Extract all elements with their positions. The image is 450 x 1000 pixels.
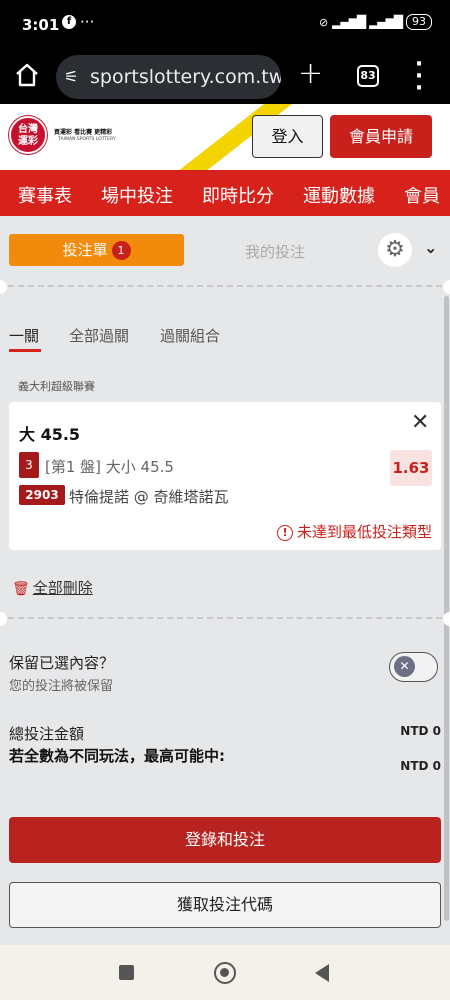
tab-switcher-button[interactable]: 83 (357, 65, 379, 87)
game-number-badge: 2903 (19, 485, 65, 505)
gear-icon[interactable]: ⚙ (378, 233, 412, 267)
keep-selection-toggle[interactable]: ✕ (389, 652, 438, 682)
nav-item-live-score[interactable]: 即時比分 (202, 182, 274, 208)
get-bet-code-button[interactable]: 獲取投注代碼 (9, 882, 441, 928)
signal-icon: ▂▄▆█ (332, 15, 366, 29)
address-bar[interactable]: ⚟ sportslottery.com.tw/s (56, 55, 281, 99)
total-stake-value: NTD 0 (400, 724, 441, 738)
system-nav-bar (0, 945, 450, 1000)
keep-selection-title: 保留已選內容？ (9, 654, 115, 672)
url-text[interactable]: sportslottery.com.tw/s (90, 66, 281, 88)
tab-my-bets[interactable]: 我的投注 (210, 241, 340, 262)
divider (0, 612, 450, 626)
betslip-count-badge: 1 (111, 241, 131, 260)
max-win-value: NTD 0 (400, 759, 441, 773)
recent-apps-icon[interactable] (119, 965, 134, 980)
status-bar: 3:01 f ··· ⊘ ▂▄▆█ ▂▄▆█ 93 (0, 0, 450, 50)
scrollbar[interactable] (444, 296, 449, 921)
tab-single[interactable]: 一關 (9, 325, 39, 346)
logo-tagline: 買運彩 看比賽 更精彩 (54, 129, 113, 136)
bet-market: [第1 盤] 大小 45.5 (45, 458, 174, 476)
bet-match: 特倫提諾 @ 奇維塔諾瓦 (69, 488, 229, 506)
bet-warning: ! 未達到最低投注類型 (276, 521, 432, 542)
league-name: 義大利超級聯賽 (18, 380, 95, 393)
tab-all-parlay[interactable]: 全部過關 (69, 325, 129, 346)
delete-all-label: 全部刪除 (32, 579, 93, 597)
site-header: 台灣 運彩 買運彩 看比賽 更精彩 TAIWAN SPORTS LOTTERY 登… (0, 104, 450, 170)
browser-toolbar: ⚟ sportslottery.com.tw/s + 83 · · · (0, 50, 450, 104)
bet-odds: 1.63 (390, 450, 432, 486)
bet-type-tabs: 一關 全部過關 過關組合 (0, 322, 450, 352)
delete-all-button[interactable]: 🗑 全部刪除 (12, 577, 93, 598)
status-time: 3:01 (22, 16, 60, 34)
bet-selection: 大 45.5 (19, 425, 81, 444)
chevron-down-icon[interactable]: ⌄ (424, 238, 437, 257)
tab-betslip[interactable]: 投注單 1 (9, 234, 184, 266)
bet-card: 大 45.5 ✕ 3 [第1 盤] 大小 45.5 1.63 2903 特倫提諾… (9, 402, 441, 550)
tab-parlay-combo[interactable]: 過關組合 (160, 325, 220, 346)
trash-icon: 🗑 (12, 581, 30, 597)
alert-icon: ! (276, 525, 293, 541)
divider (0, 280, 450, 294)
nav-item-stats[interactable]: 運動數據 (303, 182, 375, 208)
close-icon[interactable]: ✕ (411, 410, 429, 435)
bet-warning-text: 未達到最低投注類型 (296, 523, 432, 541)
tab-betslip-label: 投注單 (62, 241, 108, 259)
site-logo[interactable]: 台灣 運彩 (9, 116, 47, 154)
main-nav: 賽事表 場中投注 即時比分 運動數據 會員 (0, 170, 450, 216)
active-tab-underline (9, 349, 41, 352)
battery-icon: 93 (406, 14, 432, 30)
signup-button[interactable]: 會員申請 (330, 115, 432, 158)
login-and-bet-button[interactable]: 登錄和投注 (9, 817, 441, 863)
browser-menu-icon[interactable]: · · · (414, 54, 424, 100)
toggle-off-icon: ✕ (394, 656, 415, 677)
link-icon: ⊘ (318, 15, 329, 29)
home-icon[interactable] (14, 62, 40, 88)
notification-dots: ··· (80, 13, 95, 31)
home-button-icon[interactable] (214, 962, 236, 984)
back-icon[interactable] (315, 964, 329, 982)
login-button[interactable]: 登入 (252, 115, 323, 158)
status-icons: ⊘ ▂▄▆█ ▂▄▆█ 93 (319, 14, 432, 30)
market-badge: 3 (19, 452, 39, 478)
betslip-tab-row: 投注單 1 我的投注 ⚙ ⌄ (0, 224, 450, 280)
facebook-icon: f (62, 15, 76, 29)
keep-selection-subtitle: 您的投注將被保留 (9, 679, 114, 694)
new-tab-icon[interactable]: + (298, 56, 323, 91)
nav-item-schedule[interactable]: 賽事表 (18, 182, 72, 208)
nav-item-live-betting[interactable]: 場中投注 (101, 182, 173, 208)
nav-item-member[interactable]: 會員 (404, 182, 440, 208)
site-settings-icon[interactable]: ⚟ (64, 67, 78, 86)
max-win-label: 若全數為不同玩法，最高可能中: (9, 747, 226, 765)
logo-tagline-en: TAIWAN SPORTS LOTTERY (58, 137, 116, 142)
signal-icon-2: ▂▄▆█ (369, 15, 403, 29)
total-stake-label: 總投注金額 (9, 725, 85, 743)
